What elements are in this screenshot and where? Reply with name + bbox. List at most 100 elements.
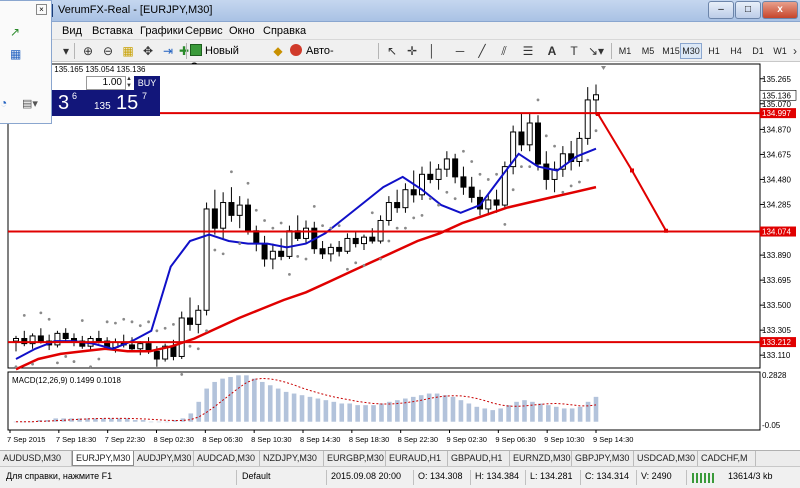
chart-tab[interactable]: EURNZD,M30	[510, 451, 572, 466]
timeframe-h4[interactable]: H4	[725, 43, 747, 59]
menu-view[interactable]: Вид	[62, 25, 82, 37]
macd-label: MACD(12,26,9) 0.1499 0.1018	[12, 376, 122, 385]
buy-button[interactable]: BUY	[134, 76, 160, 90]
text-tool-icon[interactable]: A	[544, 43, 560, 59]
timeframe-m30[interactable]: M30	[680, 43, 702, 59]
sar-dot	[586, 158, 590, 162]
macd-bar	[538, 403, 543, 422]
sar-dot	[544, 134, 548, 138]
chart-tab[interactable]: EURJPY,M30	[72, 451, 134, 466]
sar-dot	[114, 321, 117, 325]
chart-tabs: AUDUSD,M30 EURJPY,M30 AUDJPY,M30 AUDCAD,M30…	[0, 450, 800, 466]
menu-window[interactable]: Окно	[229, 25, 255, 37]
chart-shift-icon[interactable]: ⇥	[160, 43, 176, 59]
candle-bull	[178, 317, 185, 357]
chart-tab[interactable]: GBPJPY,M30	[572, 451, 634, 466]
vertical-line-icon[interactable]: │	[424, 43, 440, 59]
metaeditor-icon[interactable]: ◆	[270, 43, 286, 59]
tile-windows-icon[interactable]: ▦	[120, 43, 136, 59]
candle-bull	[269, 250, 276, 260]
sar-dot	[561, 190, 565, 194]
sell-price-button[interactable]: 3 6	[50, 90, 84, 116]
chart-tab[interactable]: GBPAUD,H1	[448, 451, 510, 466]
minimize-button[interactable]: –	[708, 1, 734, 19]
chart-scroll-icon[interactable]: ✥	[140, 43, 156, 59]
close-button[interactable]: x	[762, 1, 798, 19]
sar-dot	[56, 361, 59, 365]
lot-size-input[interactable]: 1.00	[86, 76, 126, 90]
crosshair-icon[interactable]: ✛	[404, 43, 420, 59]
price-chart[interactable]: 30 135.123 135.165 135.054 135.136135.26…	[0, 62, 800, 450]
candle-bear	[352, 237, 359, 245]
sar-dot	[354, 261, 358, 265]
status-profile[interactable]: Default	[242, 471, 271, 481]
x-tick-label: 7 Sep 18:30	[56, 435, 96, 444]
panel-close-icon[interactable]: ×	[36, 4, 47, 15]
sar-dot	[64, 355, 68, 358]
lot-stepper-icon[interactable]: ▲ ▼	[126, 76, 134, 90]
projection-point	[596, 112, 600, 117]
fibonacci-icon[interactable]: ☰	[520, 43, 536, 59]
zoom-out-icon[interactable]: ⊖	[100, 43, 116, 59]
chart-icon[interactable]: ↗	[10, 25, 20, 39]
zoom-in-icon[interactable]: ⊕	[80, 43, 96, 59]
sar-dot	[72, 360, 76, 363]
candle-bear	[245, 204, 251, 232]
sell-price-big: 3	[58, 92, 70, 114]
macd-bar	[244, 375, 249, 422]
autotrading-button[interactable]: Авто-торговля	[290, 43, 374, 73]
chart-tab[interactable]: CADCHF,M	[698, 451, 756, 466]
menu-help[interactable]: Справка	[263, 25, 306, 37]
label-tool-icon[interactable]: T	[566, 43, 582, 59]
timeframe-w1[interactable]: W1	[769, 43, 791, 59]
menu-insert[interactable]: Вставка	[92, 25, 133, 37]
trendline-icon[interactable]: ╱	[474, 43, 490, 59]
options-icon[interactable]: ▤▾	[22, 97, 38, 110]
macd-bar	[236, 375, 241, 422]
chart-tab[interactable]: EURGBP,M30	[324, 451, 386, 466]
sar-dot	[271, 226, 275, 230]
macd-bar	[204, 388, 209, 422]
timeframe-m1[interactable]: M1	[614, 43, 636, 59]
candle-bear	[394, 202, 401, 209]
market-watch-icon[interactable]: ▦	[10, 47, 21, 61]
candle-bear	[37, 335, 44, 342]
refresh-icon[interactable]: ◔	[0, 96, 7, 110]
candle-bull	[220, 202, 227, 229]
chart-tab[interactable]: AUDUSD,M30	[0, 451, 72, 466]
arrows-tool-icon[interactable]: ↘▾	[588, 43, 604, 59]
macd-bar	[426, 393, 432, 422]
cursor-icon[interactable]: ↖	[384, 43, 400, 59]
chart-tab[interactable]: USDCAD,M30	[634, 451, 698, 466]
timeframe-m5[interactable]: M5	[637, 43, 659, 59]
buy-price-button[interactable]: 135 15 7	[84, 90, 160, 116]
dropdown-arrow-icon[interactable]: ▾	[58, 43, 74, 59]
sar-dot	[503, 222, 507, 226]
timeframe-m15[interactable]: M15	[660, 43, 682, 59]
sar-dot	[578, 180, 581, 184]
chart-tab[interactable]: EURAUD,H1	[386, 451, 448, 466]
macd-bar	[339, 403, 345, 422]
new-order-button[interactable]: Новый Ордер	[190, 43, 266, 73]
maximize-button[interactable]: □	[735, 1, 761, 19]
chart-tab[interactable]: AUDJPY,M30	[134, 451, 194, 466]
x-tick-label: 9 Sep 02:30	[447, 435, 487, 444]
menu-charts[interactable]: Графики	[140, 25, 184, 37]
chart-tab[interactable]: AUDCAD,M30	[194, 451, 260, 466]
timeframe-h1[interactable]: H1	[703, 43, 725, 59]
chevron-right-icon[interactable]: ›	[790, 43, 800, 59]
chart-tab[interactable]: NZDJPY,M30	[260, 451, 324, 466]
menu-tools[interactable]: Сервис	[185, 25, 223, 37]
macd-bar	[323, 400, 329, 422]
timeframe-d1[interactable]: D1	[747, 43, 769, 59]
horizontal-line-icon[interactable]: ─	[452, 43, 468, 59]
macd-bar	[228, 376, 233, 422]
sar-dot	[569, 184, 573, 188]
channel-icon[interactable]: ⫽	[496, 43, 512, 59]
sar-dot	[412, 216, 416, 220]
sar-dot	[254, 208, 258, 212]
x-tick-label: 7 Sep 22:30	[105, 435, 145, 444]
sar-dot	[180, 373, 184, 376]
current-price-label: 135.136	[762, 91, 791, 100]
x-tick-label: 8 Sep 22:30	[398, 435, 438, 444]
